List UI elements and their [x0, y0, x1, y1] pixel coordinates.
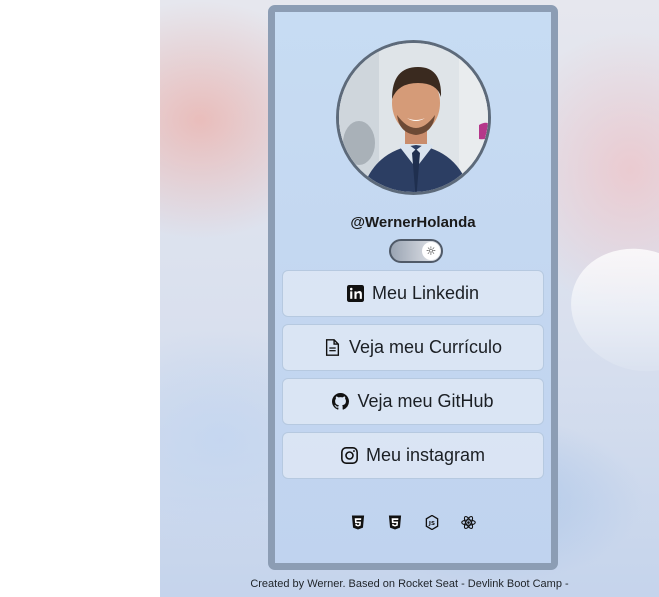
curriculum-button[interactable]: Veja meu Currículo	[282, 324, 544, 371]
html5-icon	[350, 515, 365, 530]
profile-card: @WernerHolanda ☼ Meu Linkedin Veja meu C…	[268, 5, 558, 570]
theme-toggle[interactable]: ☼	[389, 239, 443, 263]
curriculum-button-label: Veja meu Currículo	[348, 337, 503, 357]
linkedin-button-label: Meu Linkedin	[371, 283, 480, 303]
sun-icon: ☼	[422, 242, 440, 260]
react-icon	[461, 515, 476, 530]
tech-icons-row: JS	[275, 515, 551, 530]
svg-text:JS: JS	[427, 521, 434, 527]
linkedin-icon	[346, 285, 364, 302]
github-icon	[332, 393, 350, 410]
css3-icon	[387, 515, 402, 530]
profile-avatar	[336, 40, 491, 195]
linkedin-button[interactable]: Meu Linkedin	[282, 270, 544, 317]
footer-credits: Created by Werner. Based on Rocket Seat …	[250, 578, 569, 590]
document-icon	[324, 339, 341, 356]
instagram-button-label: Meu instagram	[365, 445, 486, 465]
avatar-photo	[339, 43, 488, 192]
instagram-button[interactable]: Meu instagram	[282, 432, 544, 479]
github-button[interactable]: Veja meu GitHub	[282, 378, 544, 425]
github-button-label: Veja meu GitHub	[357, 391, 494, 411]
nodejs-icon: JS	[424, 515, 439, 530]
instagram-icon	[341, 447, 358, 464]
profile-username: @WernerHolanda	[350, 214, 476, 231]
